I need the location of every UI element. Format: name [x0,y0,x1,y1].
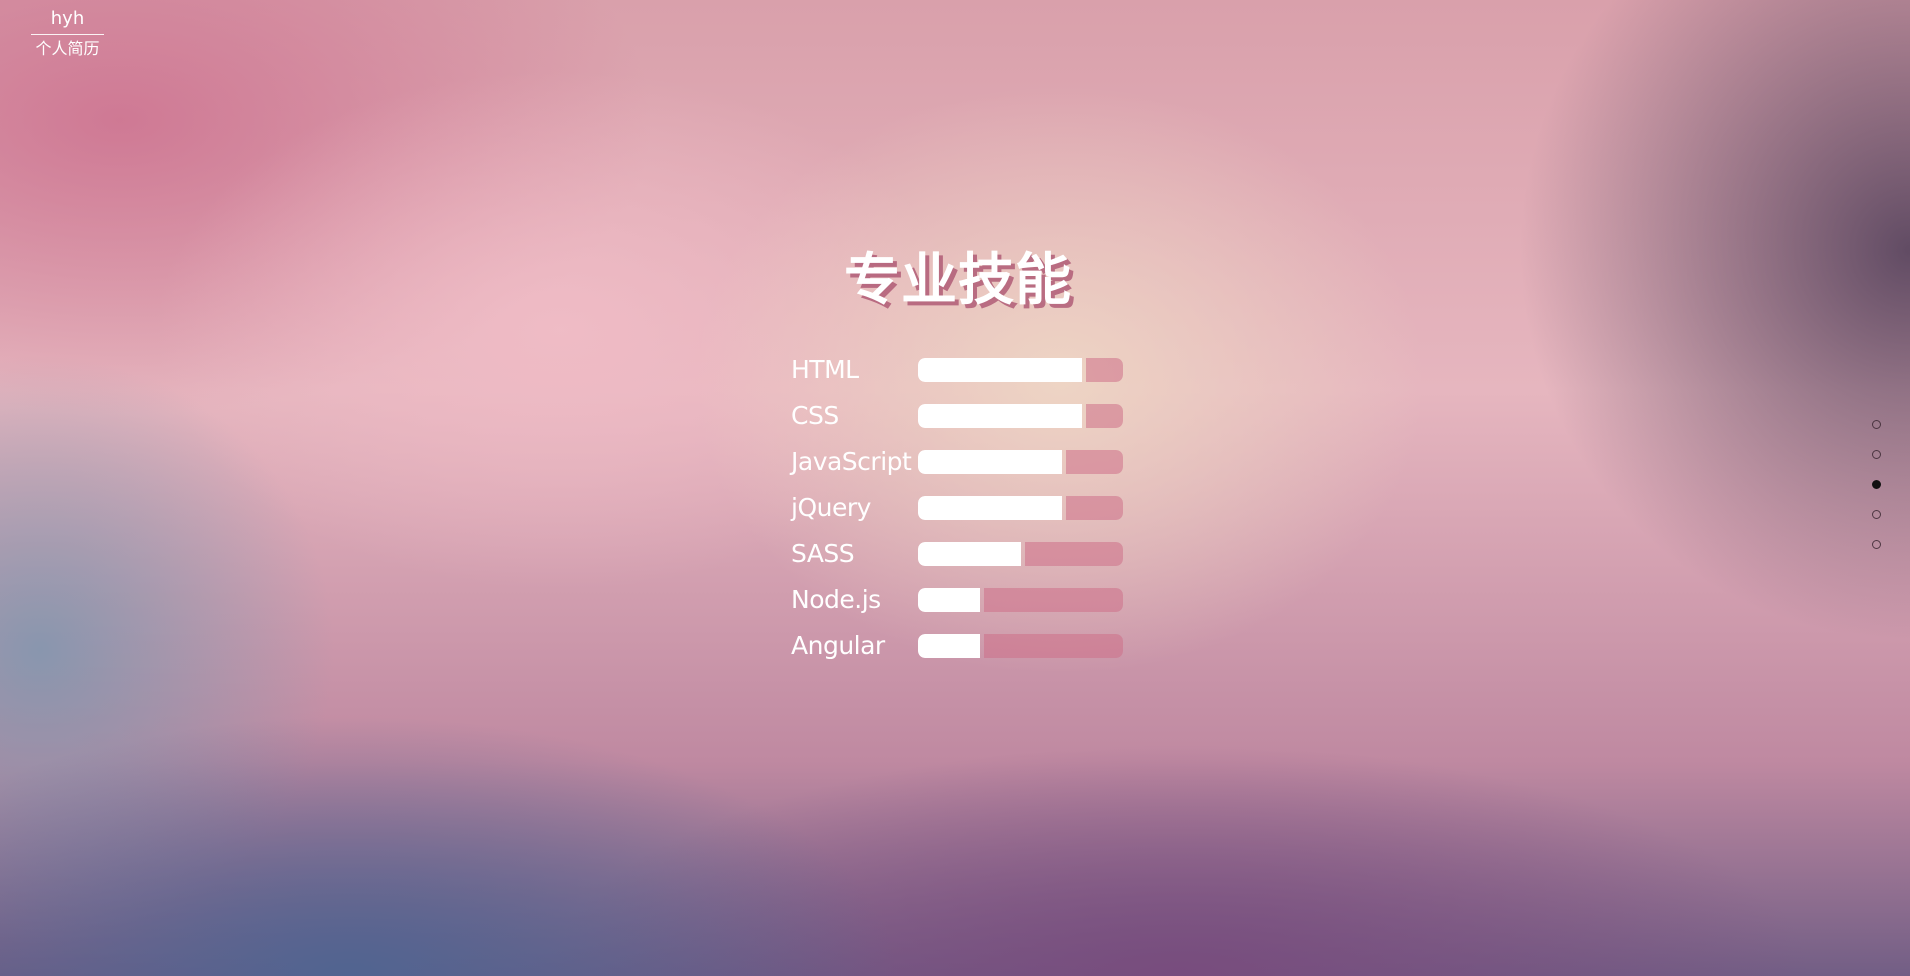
skill-row-angular: Angular [791,629,1131,675]
skill-name: JavaScript [791,447,912,476]
skill-bar [918,588,1123,612]
skill-bar-track [984,634,1123,658]
page-dot-3[interactable] [1872,480,1881,489]
skill-bar-fill [918,450,1062,474]
skill-name: Node.js [791,585,881,614]
skill-bar [918,404,1123,428]
skill-row-jquery: jQuery [791,491,1131,537]
page-dot-4[interactable] [1872,510,1881,519]
section-title: 专业技能 [844,248,1072,313]
skill-bar [918,358,1123,382]
skill-name: Angular [791,631,885,660]
skill-bar-fill [918,404,1082,428]
page-dot-5[interactable] [1872,540,1881,549]
page-dot-2[interactable] [1872,450,1881,459]
skill-bar-track [1086,358,1123,382]
skill-row-css: CSS [791,399,1131,445]
skill-name: HTML [791,355,859,384]
skill-bar [918,450,1123,474]
skill-row-html: HTML [791,353,1131,399]
skill-bar-fill [918,358,1082,382]
skill-bar-fill [918,634,980,658]
skill-bar [918,542,1123,566]
skills-section: 专业技能 HTML CSS JavaScript jQuery SASS Nod… [0,0,1910,976]
skill-name: jQuery [791,493,871,522]
skill-row-javascript: JavaScript [791,445,1131,491]
skill-name: SASS [791,539,855,568]
skill-bar [918,496,1123,520]
skill-list: HTML CSS JavaScript jQuery SASS Node.js … [791,353,1131,675]
skill-bar-track [1025,542,1123,566]
skill-bar [918,634,1123,658]
skill-bar-track [984,588,1123,612]
skill-bar-fill [918,588,980,612]
skill-row-sass: SASS [791,537,1131,583]
skill-bar-fill [918,496,1062,520]
skill-bar-track [1066,496,1123,520]
skill-bar-fill [918,542,1021,566]
skill-name: CSS [791,401,839,430]
skill-row-nodejs: Node.js [791,583,1131,629]
page-dot-1[interactable] [1872,420,1881,429]
page-dots-nav [1872,420,1884,570]
skill-bar-track [1066,450,1123,474]
skill-bar-track [1086,404,1123,428]
